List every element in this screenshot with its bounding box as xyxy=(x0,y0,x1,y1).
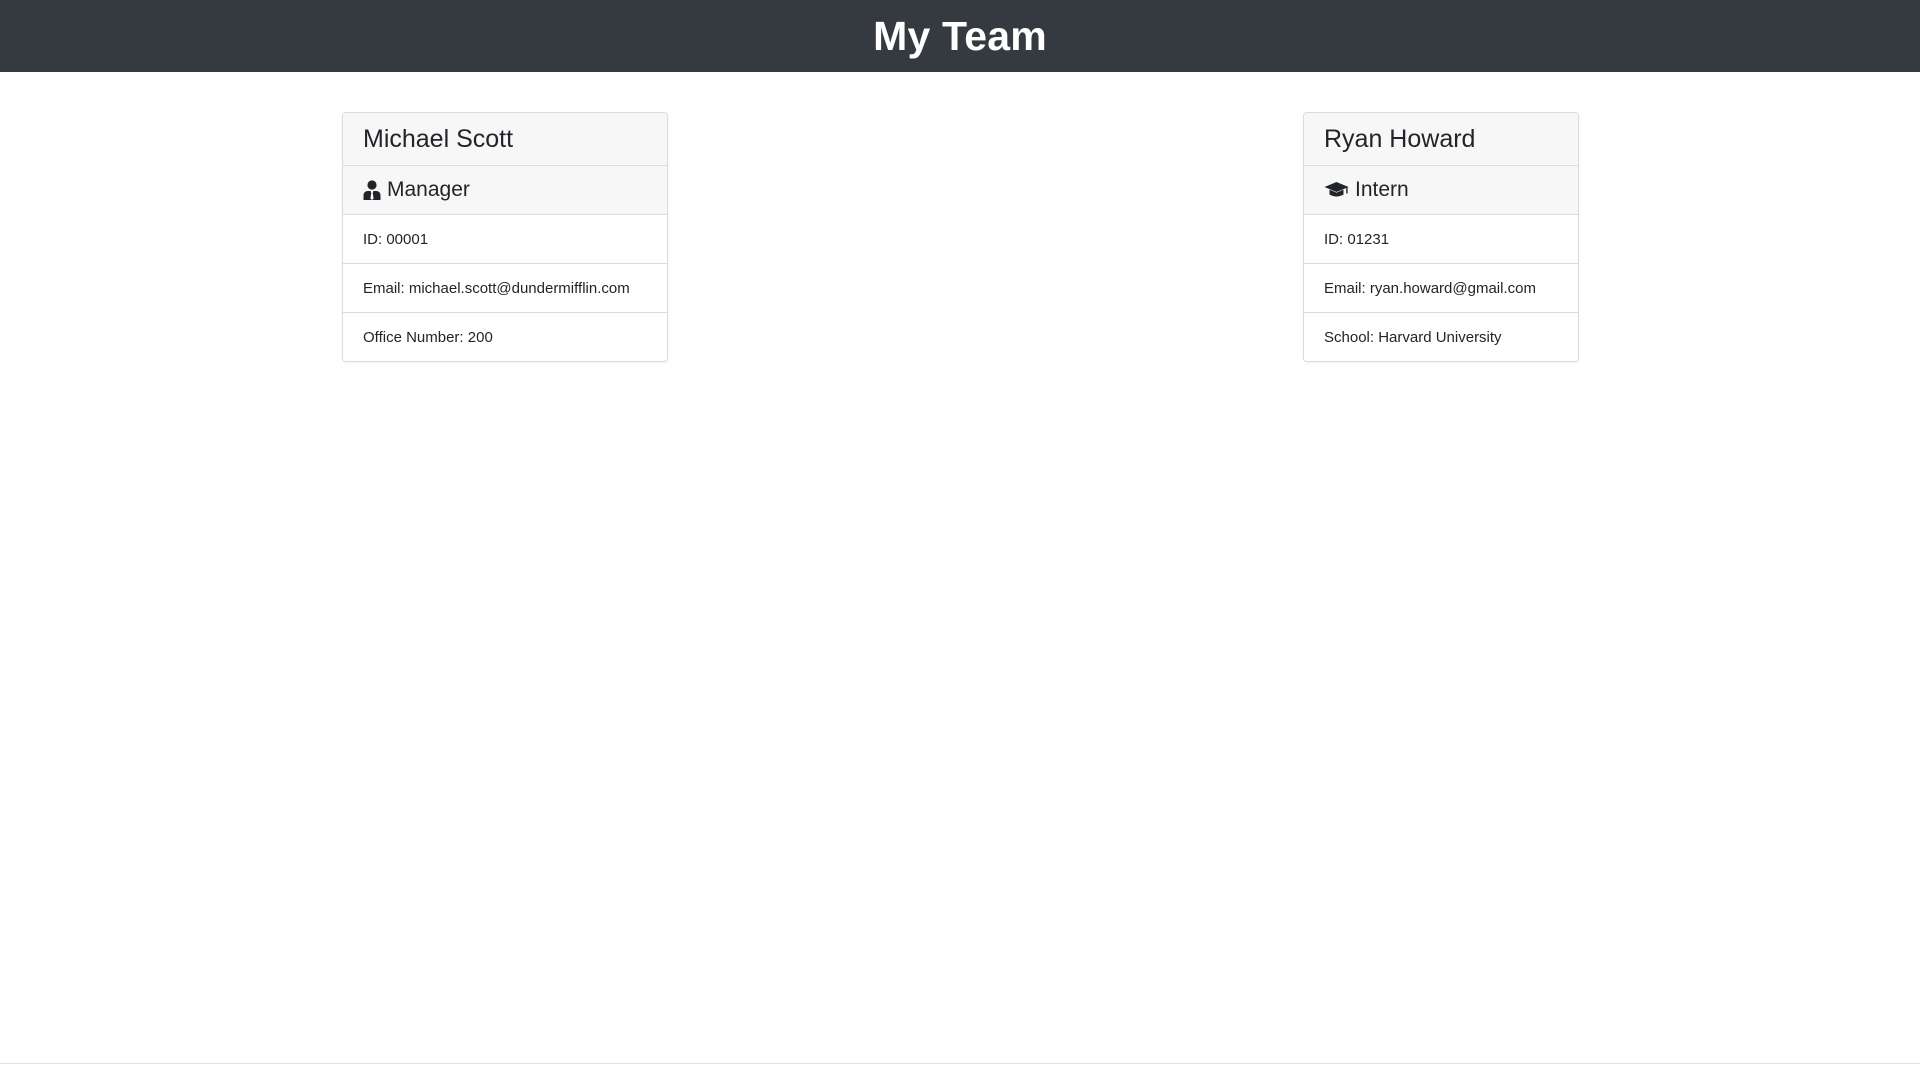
employee-name: Michael Scott xyxy=(343,113,667,166)
employee-role: Manager xyxy=(343,166,667,215)
page-title: My Team xyxy=(873,12,1047,59)
employee-id: ID: 00001 xyxy=(343,215,667,264)
employee-card-intern: Ryan Howard Intern ID: 01231 Email: ryan… xyxy=(1303,112,1579,362)
employee-role-label: Manager xyxy=(387,178,470,201)
employee-email[interactable]: Email: michael.scott@dundermifflin.com xyxy=(343,264,667,313)
user-tie-icon xyxy=(363,180,381,200)
employee-id: ID: 01231 xyxy=(1304,215,1578,264)
employee-role: Intern xyxy=(1304,166,1578,215)
employee-role-label: Intern xyxy=(1355,178,1409,201)
employee-name: Ryan Howard xyxy=(1304,113,1578,166)
graduation-cap-icon xyxy=(1324,181,1349,199)
employee-school: School: Harvard University xyxy=(1324,328,1502,346)
employee-office-number: Office Number: 200 xyxy=(363,328,493,346)
page-header: My Team xyxy=(0,0,1920,72)
employee-card-manager: Michael Scott Manager ID: 00001 Email: m… xyxy=(342,112,668,362)
employee-email[interactable]: Email: ryan.howard@gmail.com xyxy=(1304,264,1578,313)
bottom-divider xyxy=(0,1063,1920,1064)
